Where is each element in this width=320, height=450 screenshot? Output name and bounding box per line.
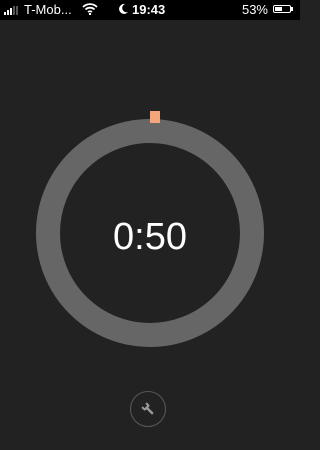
- timer-progress-marker[interactable]: [150, 111, 160, 123]
- signal-icon: [4, 6, 18, 15]
- timer-display: 0:50: [113, 216, 187, 258]
- battery-percent: 53%: [241, 2, 268, 17]
- battery-body: [273, 5, 291, 13]
- battery-fill: [275, 7, 283, 11]
- wifi-icon: [82, 3, 98, 15]
- settings-button[interactable]: [130, 391, 166, 427]
- battery-tip: [291, 7, 293, 11]
- status-bar: T-Mob... 19:43 53%: [0, 0, 300, 20]
- status-time: 19:43: [132, 2, 166, 17]
- carrier-name: T-Mob...: [24, 2, 72, 17]
- battery-icon: [273, 5, 295, 15]
- moon-icon: [119, 3, 128, 14]
- wrench-icon: [141, 402, 154, 415]
